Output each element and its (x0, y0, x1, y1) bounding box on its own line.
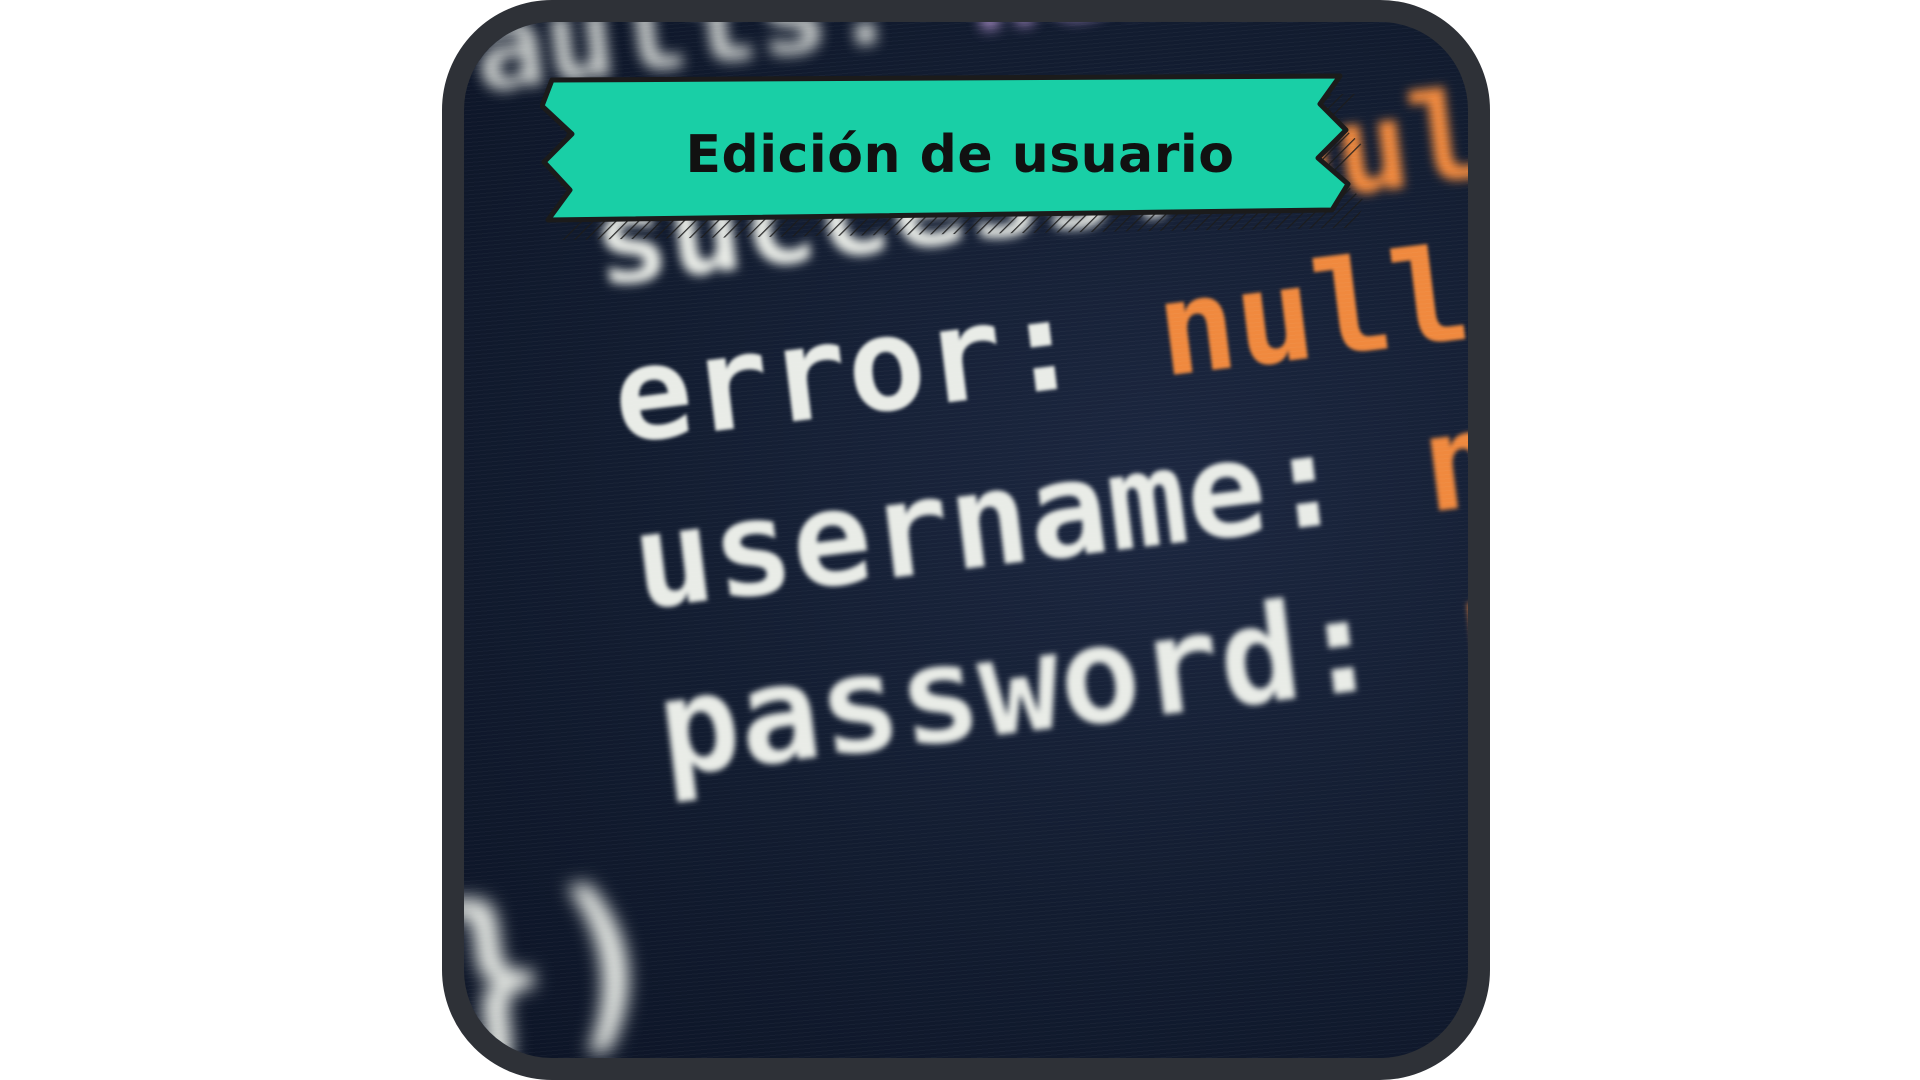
code-value: new (959, 22, 1187, 59)
code-value: nu (1450, 534, 1490, 710)
code-closing-brace: }) (442, 843, 676, 1080)
title-banner: Edición de usuario (540, 70, 1380, 240)
code-value: nu (1413, 371, 1490, 544)
banner-title: Edición de usuario (685, 125, 1235, 185)
